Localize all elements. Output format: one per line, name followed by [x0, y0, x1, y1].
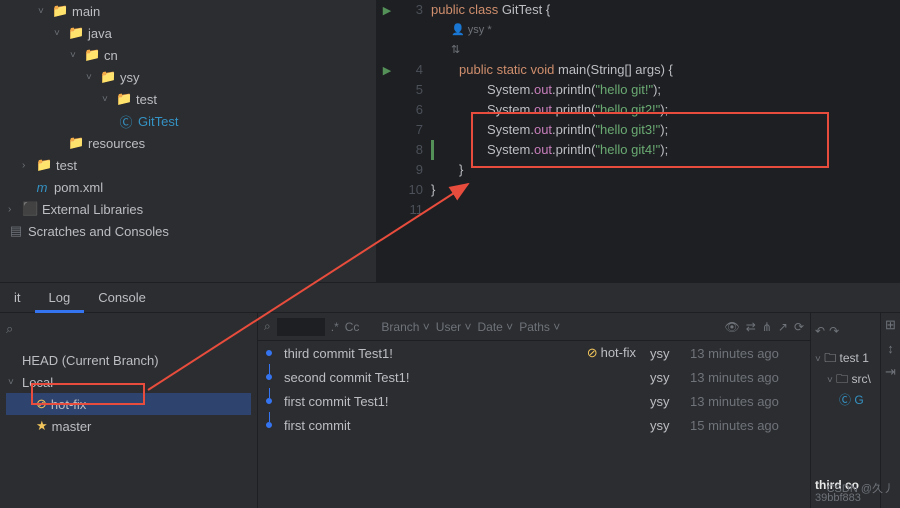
tree-test[interactable]: ˅📁test: [8, 88, 368, 110]
tree-ysy[interactable]: ˅📁ysy: [8, 66, 368, 88]
commit-row[interactable]: second commit Test1!ysy13 minutes ago: [258, 365, 810, 389]
gutter: 3 4 5 6 7 8 9 10 11: [397, 0, 431, 282]
star-icon: ★: [36, 418, 48, 434]
tree-pom[interactable]: mpom.xml: [8, 176, 368, 198]
run-method-icon[interactable]: ▶: [383, 65, 391, 77]
commit-list[interactable]: third commit Test1!⊘hot-fixysy13 minutes…: [258, 341, 810, 508]
branches-panel: ⌕ HEAD (Current Branch) ˅Local ⊘hot-fix …: [0, 313, 258, 508]
commits-panel: ⌕ .* Cc Branch User Date Paths 👁 ⇄ ⋔ ↗ ⟳…: [258, 313, 810, 508]
right-toolbar: ⊞ ↕ ⇥: [880, 313, 900, 508]
undo-icon[interactable]: ↶: [815, 324, 825, 338]
branch-master[interactable]: ★master: [6, 415, 251, 437]
vcs-tabbar: it Log Console: [0, 283, 900, 313]
annotation-box-branch: [31, 383, 145, 405]
annotation-box-code: [471, 112, 829, 168]
watermark: CSDN @久丿: [827, 480, 894, 496]
commit-search-input[interactable]: [277, 318, 325, 336]
filter-user[interactable]: User: [436, 320, 472, 334]
tree-gittest[interactable]: ⒸGitTest: [8, 110, 368, 132]
commit-row[interactable]: third commit Test1!⊘hot-fixysy13 minutes…: [258, 341, 810, 365]
tab-log[interactable]: Log: [35, 283, 85, 313]
tab-console[interactable]: Console: [84, 283, 160, 313]
filter-date[interactable]: Date: [477, 320, 513, 334]
goto-icon[interactable]: ↗: [778, 320, 788, 334]
tree-java[interactable]: ˅📁java: [8, 22, 368, 44]
circle-icon: Ⓒ G: [815, 391, 876, 408]
regex-toggle[interactable]: .*: [331, 320, 339, 334]
tree-main[interactable]: ˅📁main: [8, 0, 368, 22]
project-tree[interactable]: ˅📁main ˅📁java ˅📁cn ˅📁ysy ˅📁test ⒸGitTest…: [0, 0, 377, 282]
vcs-changed-marker: [431, 140, 434, 160]
filter-branch[interactable]: Branch: [381, 320, 429, 334]
tree-scratches[interactable]: ▤Scratches and Consoles: [8, 220, 368, 242]
commit-row[interactable]: first commit Test1!ysy13 minutes ago: [258, 389, 810, 413]
search-icon[interactable]: ⌕: [6, 321, 22, 337]
case-toggle[interactable]: Cc: [345, 320, 360, 334]
commit-row[interactable]: first commitysy15 minutes ago: [258, 413, 810, 437]
tree-cn[interactable]: ˅📁cn: [8, 44, 368, 66]
refresh-icon[interactable]: ⟳: [794, 320, 804, 334]
filter-paths[interactable]: Paths: [519, 320, 560, 334]
tree-resources[interactable]: 📁resources: [8, 132, 368, 154]
tree-test2[interactable]: ›📁test: [8, 154, 368, 176]
search-icon[interactable]: ⌕: [264, 319, 271, 334]
tab-it[interactable]: it: [0, 283, 35, 313]
cherrypick-icon[interactable]: ⋔: [762, 320, 772, 334]
group-icon[interactable]: ⊞: [885, 317, 896, 333]
commit-details-panel: ↶↷ ˅ 🗀 test 1 ˅ 🗀 src\ Ⓒ G third co 39bb…: [810, 313, 880, 508]
code-editor[interactable]: ▶ ▶ 3 4 5 6 7 8 9 10 11 public class Git…: [377, 0, 900, 282]
intellisort-icon[interactable]: ⇄: [746, 320, 756, 334]
author-inlay: 👤 ysy *: [431, 20, 900, 40]
tree-extlib[interactable]: ›⬛External Libraries: [8, 198, 368, 220]
run-class-icon[interactable]: ▶: [383, 5, 391, 17]
expand-icon[interactable]: ↕: [887, 341, 894, 356]
collapse-icon[interactable]: ⇥: [885, 364, 896, 380]
eye-icon[interactable]: 👁: [725, 320, 740, 334]
redo-icon[interactable]: ↷: [829, 324, 839, 338]
branch-head[interactable]: HEAD (Current Branch): [6, 349, 251, 371]
